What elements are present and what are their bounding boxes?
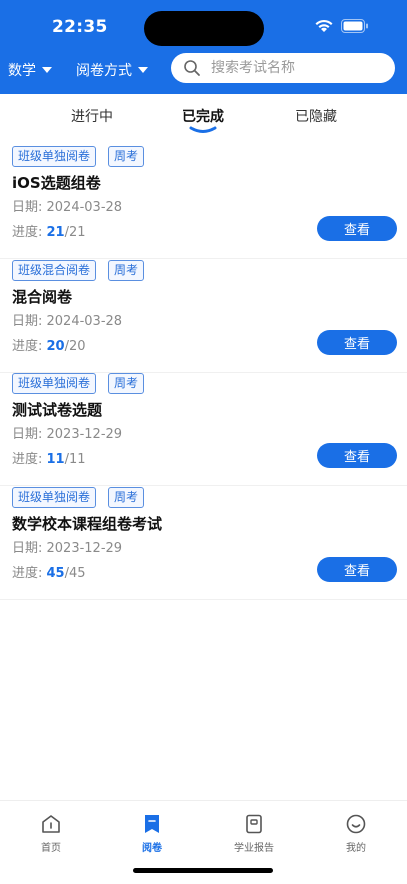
tab-completed[interactable]: 已完成 (182, 106, 224, 126)
exam-card: 班级单独阅卷 周考 测试试卷选题 日期: 2023-12-29 进度: 11/1… (0, 373, 407, 486)
tab-hidden[interactable]: 已隐藏 (295, 106, 337, 126)
header-bar: 22:35 数学 阅卷方式 (0, 0, 407, 94)
nav-label: 我的 (346, 843, 366, 854)
tab-in-progress[interactable]: 进行中 (71, 106, 113, 126)
exam-progress: 进度: 45/45 (12, 562, 86, 581)
exam-card: 班级单独阅卷 周考 数学校本课程组卷考试 日期: 2023-12-29 进度: … (0, 487, 407, 600)
search-icon (184, 60, 200, 76)
exam-date: 日期: 2023-12-29 (12, 427, 123, 442)
profile-icon (346, 814, 366, 834)
dynamic-island (144, 11, 264, 46)
nav-item-grading[interactable]: 阅卷 (112, 813, 192, 854)
exam-type-tag: 周考 (108, 373, 145, 394)
chevron-down-icon (138, 67, 148, 73)
grading-type-tag: 班级混合阅卷 (12, 260, 97, 281)
active-tab-indicator (189, 126, 217, 133)
progress-done: 21 (46, 225, 65, 240)
grading-type-tag: 班级单独阅卷 (12, 373, 97, 394)
nav-label: 阅卷 (142, 843, 162, 854)
home-indicator (133, 868, 273, 873)
exam-title: 数学校本课程组卷考试 (12, 515, 163, 533)
grading-mode-label: 阅卷方式 (76, 63, 132, 79)
grading-type-tag: 班级单独阅卷 (12, 146, 97, 167)
progress-total: /21 (64, 225, 86, 240)
view-button[interactable]: 查看 (317, 216, 397, 241)
exam-date: 日期: 2024-03-28 (12, 200, 123, 215)
nav-item-profile[interactable]: 我的 (316, 813, 396, 854)
subject-filter-dropdown[interactable]: 数学 (8, 60, 52, 80)
progress-total: /11 (64, 452, 86, 467)
status-time: 22:35 (52, 17, 108, 37)
progress-done: 11 (46, 452, 65, 467)
grading-mode-dropdown[interactable]: 阅卷方式 (76, 60, 148, 80)
progress-label: 进度: (12, 452, 47, 467)
exam-card: 班级混合阅卷 周考 混合阅卷 日期: 2024-03-28 进度: 20/20 … (0, 260, 407, 373)
grading-type-tag: 班级单独阅卷 (12, 487, 97, 508)
battery-icon (341, 19, 368, 33)
nav-item-home[interactable]: 首页 (11, 813, 91, 854)
exam-progress: 进度: 21/21 (12, 221, 86, 240)
progress-done: 20 (46, 339, 65, 354)
grading-icon (145, 815, 159, 833)
wifi-icon (315, 19, 333, 32)
nav-item-report[interactable]: 学业报告 (214, 813, 294, 854)
subject-filter-label: 数学 (8, 63, 36, 79)
nav-label: 首页 (41, 843, 61, 854)
progress-done: 45 (46, 566, 65, 581)
exam-title: 混合阅卷 (12, 288, 73, 306)
progress-label: 进度: (12, 339, 47, 354)
progress-total: /45 (64, 566, 86, 581)
exam-type-tag: 周考 (108, 260, 145, 281)
exam-progress: 进度: 20/20 (12, 335, 86, 354)
exam-date: 日期: 2024-03-28 (12, 314, 123, 329)
nav-label: 学业报告 (234, 843, 274, 854)
search-input[interactable] (209, 59, 383, 77)
view-button[interactable]: 查看 (317, 443, 397, 468)
report-icon (246, 814, 262, 834)
search-box[interactable] (171, 53, 395, 83)
exam-title: iOS选题组卷 (12, 174, 101, 192)
chevron-down-icon (42, 67, 52, 73)
exam-title: 测试试卷选题 (12, 401, 103, 419)
exam-progress: 进度: 11/11 (12, 448, 86, 467)
exam-type-tag: 周考 (108, 146, 145, 167)
progress-label: 进度: (12, 225, 47, 240)
exam-date: 日期: 2023-12-29 (12, 541, 123, 556)
exam-type-tag: 周考 (108, 487, 145, 508)
home-icon (42, 815, 60, 833)
view-button[interactable]: 查看 (317, 557, 397, 582)
progress-label: 进度: (12, 566, 47, 581)
exam-card: 班级单独阅卷 周考 iOS选题组卷 日期: 2024-03-28 进度: 21/… (0, 146, 407, 259)
progress-total: /20 (64, 339, 86, 354)
view-button[interactable]: 查看 (317, 330, 397, 355)
